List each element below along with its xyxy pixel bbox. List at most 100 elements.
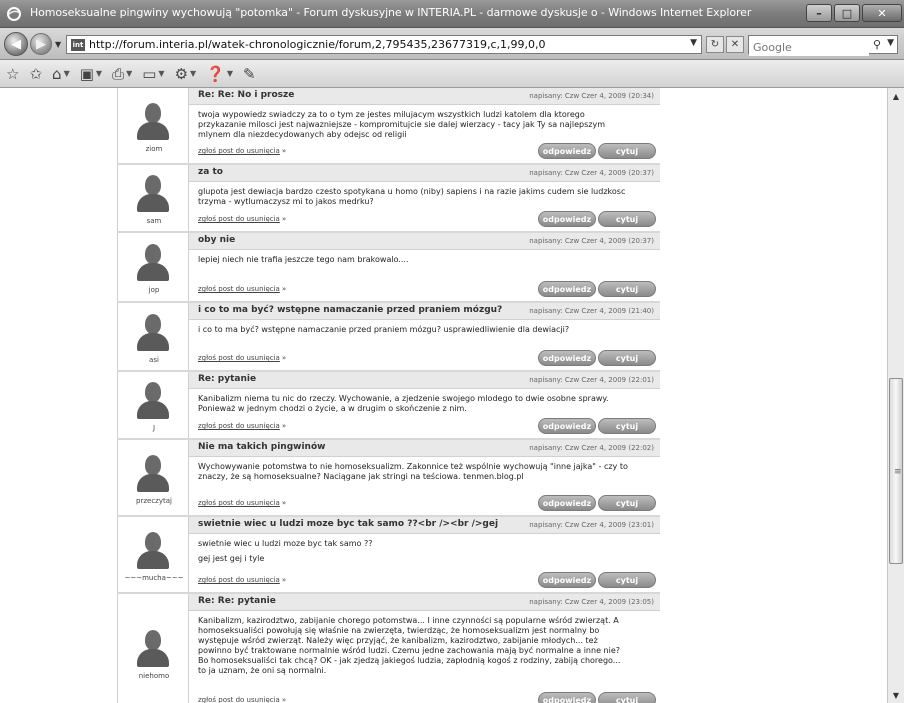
report-post-link[interactable]: zgłoś post do usunięcia» (198, 354, 286, 362)
report-post-link[interactable]: zgłoś post do usunięcia» (198, 285, 286, 293)
window-controls: – □ ✕ (806, 4, 902, 22)
reply-button[interactable]: odpowiedz (538, 281, 596, 297)
page-dropdown-icon[interactable]: ▼ (158, 69, 164, 78)
maximize-button[interactable]: □ (834, 4, 860, 22)
post-text-line: Kanibalizm niema tu nic do rzeczy. Wycho… (198, 394, 609, 413)
report-post-link[interactable]: zgłoś post do usunięcia» (198, 499, 286, 507)
tools-dropdown-icon[interactable]: ▼ (190, 69, 196, 78)
post-text-line: Kanibalizm, kazirodztwo, zabijanie chore… (198, 616, 621, 675)
username: przeczytaj (136, 497, 172, 505)
address-field[interactable]: int http://forum.interia.pl/watek-chrono… (66, 35, 702, 54)
reply-button[interactable]: odpowiedz (538, 143, 596, 159)
post-body: glupota jest dewiacja bardzo czesto spot… (198, 187, 628, 212)
post-subject: oby nie (198, 235, 236, 245)
quote-button[interactable]: cytuj (598, 495, 656, 511)
post-body: Kanibalizm, kazirodztwo, zabijanie chore… (198, 616, 628, 681)
post-author: jop (117, 233, 189, 301)
reply-button[interactable]: odpowiedz (538, 418, 596, 434)
close-button[interactable]: ✕ (862, 4, 902, 22)
reply-button[interactable]: odpowiedz (538, 692, 596, 703)
post-text-line: Wychowywanie potomstwa to nie homoseksua… (198, 462, 628, 481)
url-text[interactable]: http://forum.interia.pl/watek-chronologi… (89, 38, 546, 51)
chevron-right-icon: » (281, 422, 287, 430)
address-dropdown-icon[interactable]: ▼ (690, 38, 697, 48)
minimize-button[interactable]: – (806, 4, 832, 22)
print-dropdown-icon[interactable]: ▼ (126, 69, 132, 78)
report-post-link[interactable]: zgłoś post do usunięcia» (198, 422, 286, 430)
refresh-button[interactable]: ↻ (706, 36, 724, 53)
post-header: za to napisany: Czw Czer 4, 2009 (20:37) (189, 165, 660, 182)
report-post-link[interactable]: zgłoś post do usunięcia» (198, 576, 286, 584)
report-post-link[interactable]: zgłoś post do usunięcia» (198, 147, 286, 155)
add-favorites-icon[interactable]: ✩ (29, 65, 42, 83)
reply-button[interactable]: odpowiedz (538, 572, 596, 588)
post-text-line: swietnie wiec u ludzi moze byc tak samo … (198, 539, 373, 548)
post-message: swietnie wiec u ludzi moze byc tak samo … (189, 517, 660, 592)
post-date: napisany: Czw Czer 4, 2009 (23:05) (529, 598, 654, 606)
report-post-link[interactable]: zgłoś post do usunięcia» (198, 696, 286, 703)
reply-button[interactable]: odpowiedz (538, 350, 596, 366)
page-content: ziom Re: Re: No i prosze napisany: Czw Cze… (0, 88, 887, 703)
report-post-label: zgłoś post do usunięcia (198, 354, 280, 362)
avatar-body (137, 333, 169, 351)
avatar (134, 628, 172, 668)
post-subject: za to (198, 167, 223, 177)
quote-button[interactable]: cytuj (598, 692, 656, 703)
chevron-right-icon: » (281, 354, 287, 362)
reply-button[interactable]: odpowiedz (538, 211, 596, 227)
quote-button[interactable]: cytuj (598, 350, 656, 366)
quote-button[interactable]: cytuj (598, 572, 656, 588)
post-subject: Re: Re: pytanie (198, 596, 276, 606)
chevron-right-icon: » (281, 215, 287, 223)
stop-button[interactable]: ✕ (726, 36, 744, 53)
post-message: za to napisany: Czw Czer 4, 2009 (20:37) g… (189, 165, 660, 231)
search-box[interactable]: ⚲ ▼ (748, 35, 898, 56)
print-icon[interactable]: ⎙ ▼ (112, 65, 132, 83)
search-input[interactable] (749, 39, 869, 56)
quote-button[interactable]: cytuj (598, 418, 656, 434)
search-icon[interactable]: ⚲ (873, 38, 881, 51)
research-icon[interactable]: ✎ (243, 65, 256, 83)
report-post-label: zgłoś post do usunięcia (198, 696, 280, 703)
report-post-link[interactable]: zgłoś post do usunięcia» (198, 215, 286, 223)
home-dropdown-icon[interactable]: ▼ (64, 69, 70, 78)
forward-button[interactable]: ▶ (30, 33, 52, 55)
history-dropdown-icon[interactable]: ▼ (55, 40, 61, 49)
help-icon[interactable]: ❓ ▼ (206, 65, 233, 83)
reply-button[interactable]: odpowiedz (538, 495, 596, 511)
window-title-bar: Homoseksualne pingwiny wychowują "potomk… (0, 0, 904, 28)
post-header: Re: Re: No i prosze napisany: Czw Czer 4,… (189, 88, 660, 105)
post-message: oby nie napisany: Czw Czer 4, 2009 (20:37… (189, 233, 660, 301)
home-icon[interactable]: ⌂ ▼ (52, 65, 70, 83)
vertical-scrollbar[interactable]: ▲ ≡ ▼ (887, 88, 904, 703)
post-header: Re: Re: pytanie napisany: Czw Czer 4, 200… (189, 594, 660, 611)
username: niehomo (138, 672, 170, 680)
report-post-label: zgłoś post do usunięcia (198, 422, 280, 430)
favorites-star-icon[interactable]: ☆ (6, 65, 19, 83)
username: ziom (145, 145, 163, 153)
post-subject: Re: pytanie (198, 374, 257, 384)
avatar-head (145, 630, 161, 650)
quote-button[interactable]: cytuj (598, 143, 656, 159)
back-button[interactable]: ◀ (4, 32, 28, 56)
forum-post: ~~~mucha~~~ swietnie wiec u ludzi moze by… (117, 517, 660, 594)
feeds-icon[interactable]: ▣ ▼ (80, 65, 102, 83)
scrollbar-thumb[interactable]: ≡ (889, 378, 903, 564)
feeds-dropdown-icon[interactable]: ▼ (96, 69, 102, 78)
forum-post: niehomo Re: Re: pytanie napisany: Czw Czer… (117, 594, 660, 703)
scroll-up-arrow-icon[interactable]: ▲ (888, 88, 904, 104)
scroll-down-arrow-icon[interactable]: ▼ (888, 687, 904, 703)
page-icon[interactable]: ▭ ▼ (142, 65, 164, 83)
quote-button[interactable]: cytuj (598, 211, 656, 227)
search-dropdown-icon[interactable]: ▼ (887, 38, 894, 48)
post-author: ziom (117, 88, 189, 163)
tools-icon[interactable]: ⚙ ▼ (175, 65, 197, 83)
quote-button[interactable]: cytuj (598, 281, 656, 297)
help-dropdown-icon[interactable]: ▼ (227, 69, 233, 78)
post-date: napisany: Czw Czer 4, 2009 (20:37) (529, 237, 654, 245)
avatar-body (137, 551, 169, 569)
forum-post: jop oby nie napisany: Czw Czer 4, 2009 (20… (117, 233, 660, 303)
post-header: swietnie wiec u ludzi moze byc tak samo … (189, 517, 660, 534)
post-message: i co to ma być? wstępne namaczanie przed… (189, 303, 660, 370)
avatar-head (145, 314, 161, 334)
